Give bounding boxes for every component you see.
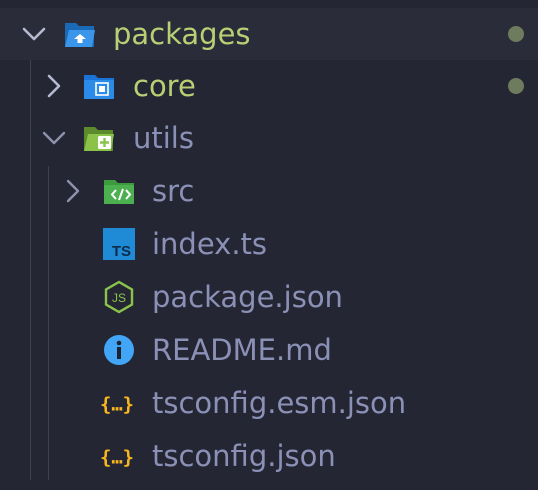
svg-text:TS: TS [112, 243, 131, 260]
chevron-down-icon[interactable] [40, 124, 68, 152]
tree-label: tsconfig.json [152, 439, 336, 473]
chevron-right-icon[interactable] [40, 72, 68, 100]
modified-indicator-dot [508, 78, 524, 94]
info-file-icon [104, 335, 134, 365]
tree-label: tsconfig.esm.json [152, 386, 407, 420]
folder-src-icon [104, 180, 134, 204]
json-file-icon: {…} [100, 447, 134, 469]
svg-text:{…}: {…} [100, 394, 134, 416]
json-file-icon: {…} [100, 394, 134, 416]
chevron-right-icon[interactable] [59, 177, 87, 205]
tree-row-utils[interactable]: utils [0, 112, 538, 164]
tree-row-src[interactable]: src [0, 165, 538, 217]
tree-row-package-json[interactable]: JS package.json [0, 271, 538, 323]
tree-row-readme[interactable]: README.md [0, 324, 538, 376]
svg-text:{…}: {…} [100, 447, 134, 469]
tree-label: index.ts [152, 227, 268, 261]
tree-row-tsconfig-esm-json[interactable]: {…} tsconfig.esm.json [0, 377, 538, 429]
tree-row-index-ts[interactable]: TS index.ts [0, 218, 538, 270]
tree-row-packages[interactable]: packages [0, 8, 538, 60]
tree-row-tsconfig-json[interactable]: {…} tsconfig.json [0, 430, 538, 482]
file-explorer-tree: packages core utils src TS index.ts JS p… [0, 0, 538, 490]
tree-label: src [152, 174, 195, 208]
folder-core-icon [84, 75, 114, 99]
tree-label: package.json [152, 280, 343, 314]
svg-text:JS: JS [112, 291, 126, 305]
typescript-file-icon: TS [103, 228, 135, 260]
tree-label: core [133, 69, 196, 103]
nodejs-file-icon: JS [104, 280, 134, 314]
tree-label: README.md [152, 333, 332, 367]
tree-label: packages [113, 17, 251, 51]
folder-open-utils-icon [84, 127, 114, 151]
tree-row-core[interactable]: core [0, 60, 538, 112]
folder-open-packages-icon [65, 23, 95, 47]
tree-label: utils [133, 121, 194, 155]
chevron-down-icon[interactable] [20, 20, 48, 48]
modified-indicator-dot [508, 26, 524, 42]
